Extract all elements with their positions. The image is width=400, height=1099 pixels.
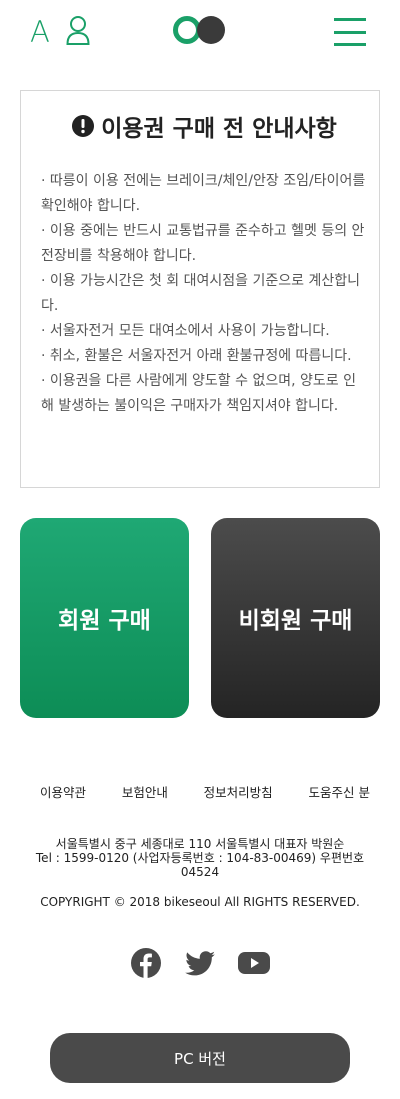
social-links	[0, 947, 400, 979]
facebook-icon[interactable]	[130, 947, 162, 979]
youtube-icon[interactable]	[238, 947, 270, 979]
footer-link-terms[interactable]: 이용약관	[40, 782, 86, 801]
notice-item: · 이용 가능시간은 첫 회 대여시점을 기준으로 계산합니다.	[41, 273, 360, 314]
notice-item: · 따릉이 이용 전에는 브레이크/체인/안장 조임/타이어를 확인해야 합니다…	[41, 173, 366, 214]
notice-item: · 이용 중에는 반드시 교통법규를 준수하고 헬멧 등의 안전장비를 착용해야…	[41, 223, 365, 264]
notice-list: · 따릉이 이용 전에는 브레이크/체인/안장 조임/타이어를 확인해야 합니다…	[41, 169, 367, 419]
notice-title: 이용권 구매 전 안내사항	[41, 109, 367, 143]
notice-box: 이용권 구매 전 안내사항 · 따릉이 이용 전에는 브레이크/체인/안장 조임…	[20, 90, 380, 488]
footer-link-insurance[interactable]: 보험안내	[122, 782, 168, 801]
footer-link-privacy[interactable]: 정보처리방침	[204, 782, 273, 801]
notice-item: · 취소, 환불은 서울자전거 아래 환불규정에 따릅니다.	[41, 348, 352, 364]
footer-link-contributors[interactable]: 도움주신 분	[308, 782, 369, 801]
twitter-icon[interactable]	[184, 947, 216, 979]
member-purchase-button[interactable]: 회원 구매	[20, 518, 189, 718]
notice-title-text: 이용권 구매 전 안내사항	[101, 116, 337, 142]
copyright: COPYRIGHT © 2018 bikeseoul All RIGHTS RE…	[40, 895, 360, 909]
logo[interactable]	[173, 16, 227, 44]
notice-item: · 이용권을 다른 사람에게 양도할 수 없으며, 양도로 인해 발생하는 불이…	[41, 373, 356, 414]
footer-links: 이용약관 보험안내 정보처리방침 도움주신 분	[40, 782, 370, 801]
pc-version-button[interactable]: PC 버전	[50, 1033, 350, 1083]
guest-purchase-button[interactable]: 비회원 구매	[211, 518, 380, 718]
header-left-group: A	[30, 15, 90, 49]
user-icon[interactable]	[66, 15, 90, 49]
page-footer: 이용약관 보험안내 정보처리방침 도움주신 분 서울특별시 중구 세종대로 11…	[0, 782, 400, 1083]
footer-address: 서울특별시 중구 세종대로 110 서울특별시 대표자 박원순	[55, 837, 345, 851]
notice-item: · 서울자전거 모든 대여소에서 사용이 가능합니다.	[41, 323, 330, 339]
exclamation-icon	[72, 115, 95, 137]
page-header: A	[0, 0, 400, 64]
hamburger-menu-icon[interactable]	[334, 18, 366, 46]
font-size-button[interactable]: A	[30, 17, 50, 47]
purchase-buttons: 회원 구매 비회원 구매	[20, 518, 380, 718]
footer-contact: Tel : 1599-0120 (사업자등록번호 : 104-83-00469)…	[35, 851, 365, 879]
footer-info: 서울특별시 중구 세종대로 110 서울특별시 대표자 박원순 Tel : 15…	[0, 837, 400, 879]
